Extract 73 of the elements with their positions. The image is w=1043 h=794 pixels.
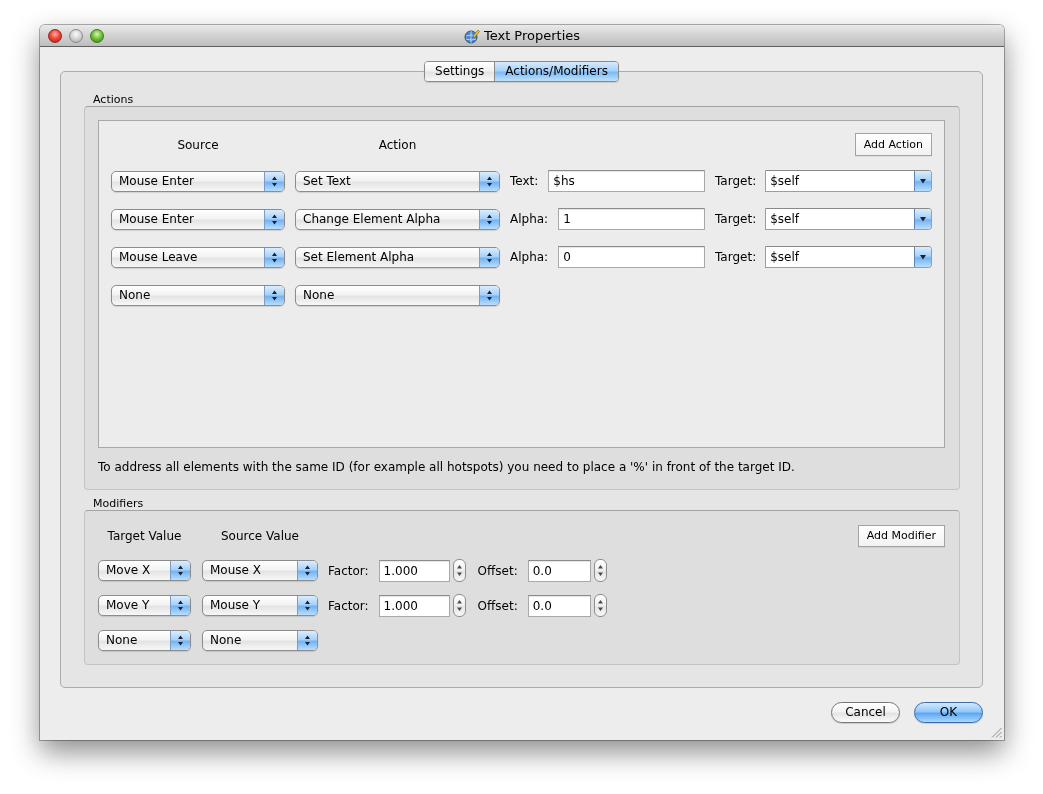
combo-box[interactable]: $self xyxy=(765,246,932,268)
group-label: Actions xyxy=(93,93,134,106)
popup-button[interactable]: Change Element Alpha xyxy=(295,208,500,230)
zoom-icon[interactable] xyxy=(90,28,104,43)
up-down-arrows-icon xyxy=(264,285,284,305)
up-down-arrows-icon xyxy=(479,285,499,305)
field-label: Target: xyxy=(715,212,757,226)
stepper-arrows-icon[interactable] xyxy=(452,559,466,582)
field-label: Text: xyxy=(510,174,539,188)
dialog-button[interactable]: Cancel xyxy=(831,702,900,723)
text-field[interactable]: 1.000 xyxy=(378,594,450,617)
stepper-arrows-icon[interactable] xyxy=(593,594,607,617)
combo-box[interactable]: $self xyxy=(765,208,932,230)
popup-button[interactable]: Mouse Enter xyxy=(111,170,285,192)
caret-icon xyxy=(914,171,931,191)
text-field[interactable]: 1.000 xyxy=(378,559,450,582)
caret-icon xyxy=(914,209,931,229)
field-label: Alpha: xyxy=(510,250,549,264)
column-header: Source xyxy=(177,137,219,152)
caret-icon xyxy=(914,247,931,267)
field-label: Offset: xyxy=(477,563,518,578)
add-action-button[interactable]: Add Action xyxy=(854,133,932,156)
close-icon[interactable] xyxy=(48,28,62,43)
up-down-arrows-icon xyxy=(479,209,499,229)
up-down-arrows-icon xyxy=(264,247,284,267)
up-down-arrows-icon xyxy=(264,171,284,191)
stepper-arrows-icon[interactable] xyxy=(593,559,607,582)
popup-button[interactable]: Move X xyxy=(98,560,191,581)
column-header: Source Value xyxy=(221,529,299,543)
tab[interactable]: Actions/Modifiers xyxy=(494,62,618,81)
add-modifier-button[interactable]: Add Modifier xyxy=(857,525,945,547)
popup-button[interactable]: Set Element Alpha xyxy=(295,246,500,268)
up-down-arrows-icon xyxy=(170,631,190,650)
field-label: Offset: xyxy=(477,598,518,613)
popup-button[interactable]: Move Y xyxy=(98,595,191,616)
column-header: Action xyxy=(378,137,417,152)
up-down-arrows-icon xyxy=(479,171,499,191)
popup-button[interactable]: None xyxy=(111,284,285,306)
up-down-arrows-icon xyxy=(297,596,317,615)
field-label: Alpha: xyxy=(510,212,549,226)
resize-grip-icon[interactable] xyxy=(991,727,1002,738)
text-field[interactable]: $hs xyxy=(548,170,705,192)
group-label: Modifiers xyxy=(93,497,144,510)
field-label: Target: xyxy=(715,250,757,264)
field-label: Factor: xyxy=(328,563,369,578)
field-label: Factor: xyxy=(328,598,369,613)
popup-button[interactable]: None xyxy=(295,284,500,306)
globe-icon xyxy=(463,27,480,44)
stepper-arrows-icon[interactable] xyxy=(452,594,466,617)
text-field[interactable]: 0.0 xyxy=(527,559,591,582)
hint-text: To address all elements with the same ID (for example all hotspots) you need to place a '%' in front of the target ID. xyxy=(98,460,795,475)
field-label: Target: xyxy=(715,174,757,188)
popup-button[interactable]: Mouse Leave xyxy=(111,246,285,268)
up-down-arrows-icon xyxy=(170,561,190,580)
dialog-button[interactable]: OK xyxy=(914,702,983,723)
up-down-arrows-icon xyxy=(264,209,284,229)
text-field[interactable]: 0 xyxy=(558,246,705,268)
popup-button[interactable]: None xyxy=(202,630,318,651)
popup-button[interactable]: Mouse Y xyxy=(202,595,318,616)
up-down-arrows-icon xyxy=(297,631,317,650)
up-down-arrows-icon xyxy=(170,596,190,615)
popup-button[interactable]: None xyxy=(98,630,191,651)
combo-box[interactable]: $self xyxy=(765,170,932,192)
window-title: Text Properties xyxy=(483,27,581,44)
up-down-arrows-icon xyxy=(297,561,317,580)
tab[interactable]: Settings xyxy=(425,62,495,81)
text-field[interactable]: 0.0 xyxy=(527,594,591,617)
up-down-arrows-icon xyxy=(479,247,499,267)
column-header: Target Value xyxy=(107,529,182,543)
popup-button[interactable]: Mouse X xyxy=(202,560,318,581)
popup-button[interactable]: Set Text xyxy=(295,170,500,192)
popup-button[interactable]: Mouse Enter xyxy=(111,208,285,230)
text-field[interactable]: 1 xyxy=(558,208,705,230)
